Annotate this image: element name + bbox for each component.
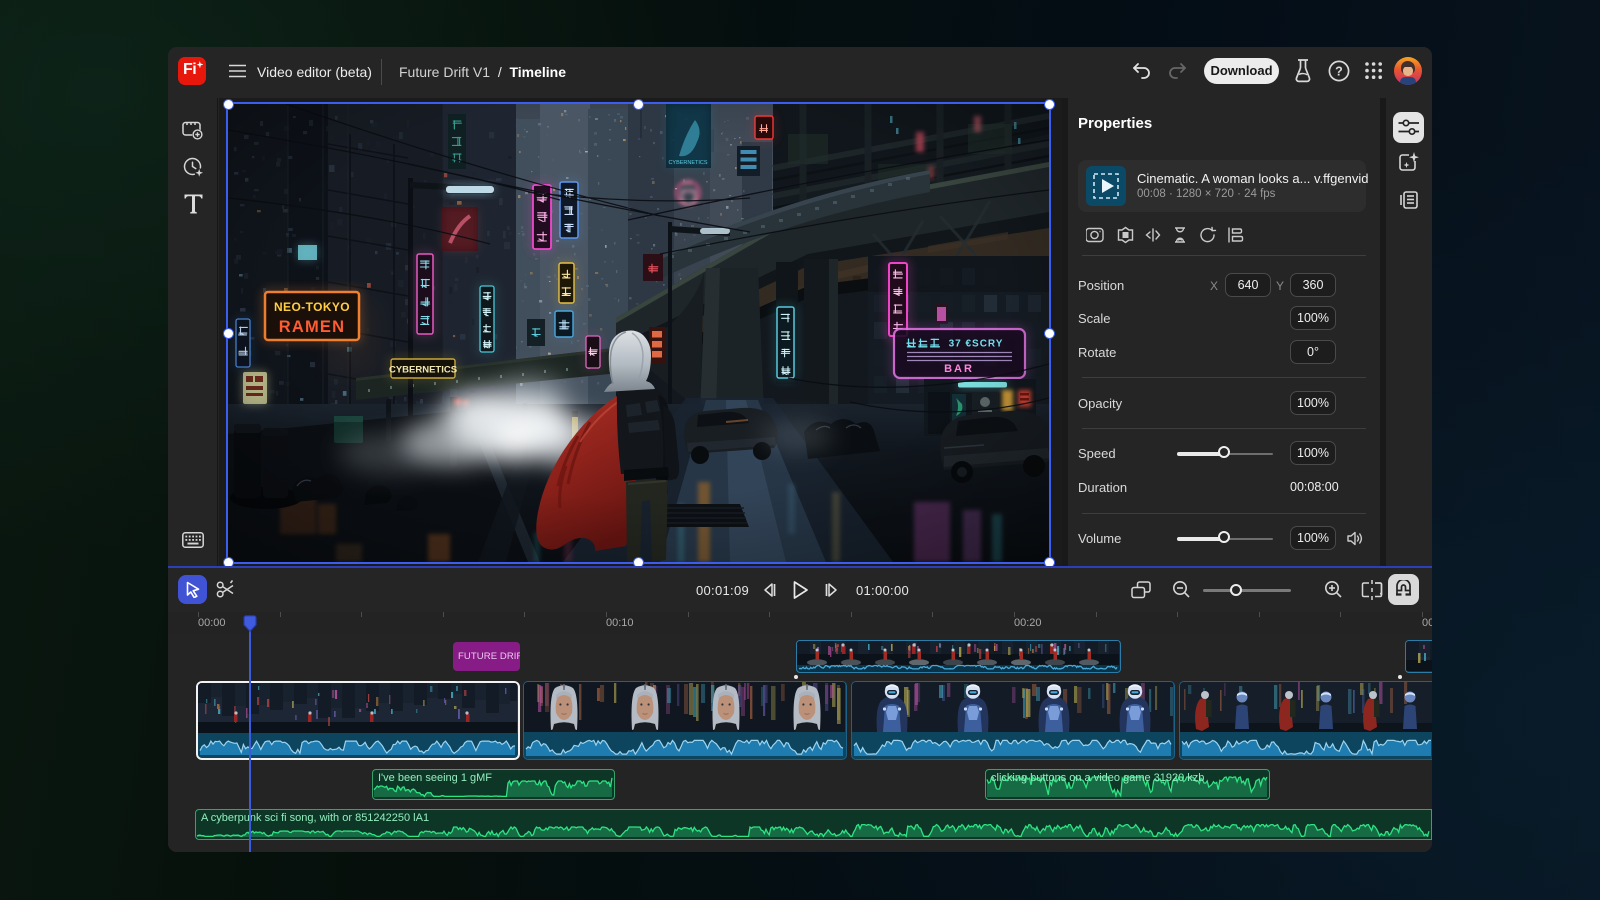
svg-text:?: ?	[1335, 64, 1343, 78]
